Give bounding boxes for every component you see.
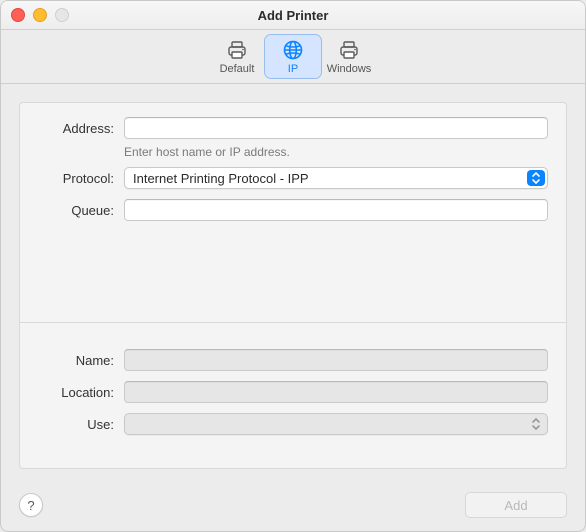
network-pane: Address: Enter host name or IP address. … [20,103,566,323]
add-printer-window: Add Printer Default [0,0,586,532]
window-title: Add Printer [258,8,329,23]
titlebar: Add Printer [1,1,585,30]
address-label: Address: [38,121,124,136]
row-protocol: Protocol: Internet Printing Protocol - I… [38,167,548,189]
location-field [124,381,548,403]
help-icon: ? [27,498,34,513]
tab-ip[interactable]: IP [265,35,321,78]
close-window-button[interactable] [11,8,25,22]
name-label: Name: [38,353,124,368]
protocol-label: Protocol: [38,171,124,186]
printer-icon [224,38,250,62]
address-field[interactable] [124,117,548,139]
address-hint: Enter host name or IP address. [124,145,548,159]
minimize-window-button[interactable] [33,8,47,22]
tab-ip-label: IP [288,63,298,75]
toolbar-segment: Default IP [209,35,377,78]
zoom-window-button [55,8,69,22]
location-label: Location: [38,385,124,400]
window-controls [11,1,69,29]
use-popup [124,413,548,435]
updown-icon [527,170,545,186]
queue-field[interactable] [124,199,548,221]
tab-default[interactable]: Default [209,35,265,78]
row-address: Address: [38,117,548,139]
add-button: Add [465,492,567,518]
tab-windows[interactable]: Windows [321,35,377,78]
footer: ? Add [1,479,585,531]
form-sheet: Address: Enter host name or IP address. … [19,102,567,469]
row-location: Location: [38,381,548,403]
row-use: Use: [38,413,548,435]
row-name: Name: [38,349,548,371]
windows-printer-icon [336,38,362,62]
toolbar: Default IP [1,30,585,84]
details-pane: Name: Location: Use: [20,335,566,468]
tab-windows-label: Windows [327,63,372,75]
row-queue: Queue: [38,199,548,221]
protocol-value: Internet Printing Protocol - IPP [133,171,309,186]
tab-default-label: Default [220,63,255,75]
help-button[interactable]: ? [19,493,43,517]
queue-label: Queue: [38,203,124,218]
protocol-popup[interactable]: Internet Printing Protocol - IPP [124,167,548,189]
name-field [124,349,548,371]
updown-icon [527,416,545,432]
use-label: Use: [38,417,124,432]
globe-icon [280,38,306,62]
